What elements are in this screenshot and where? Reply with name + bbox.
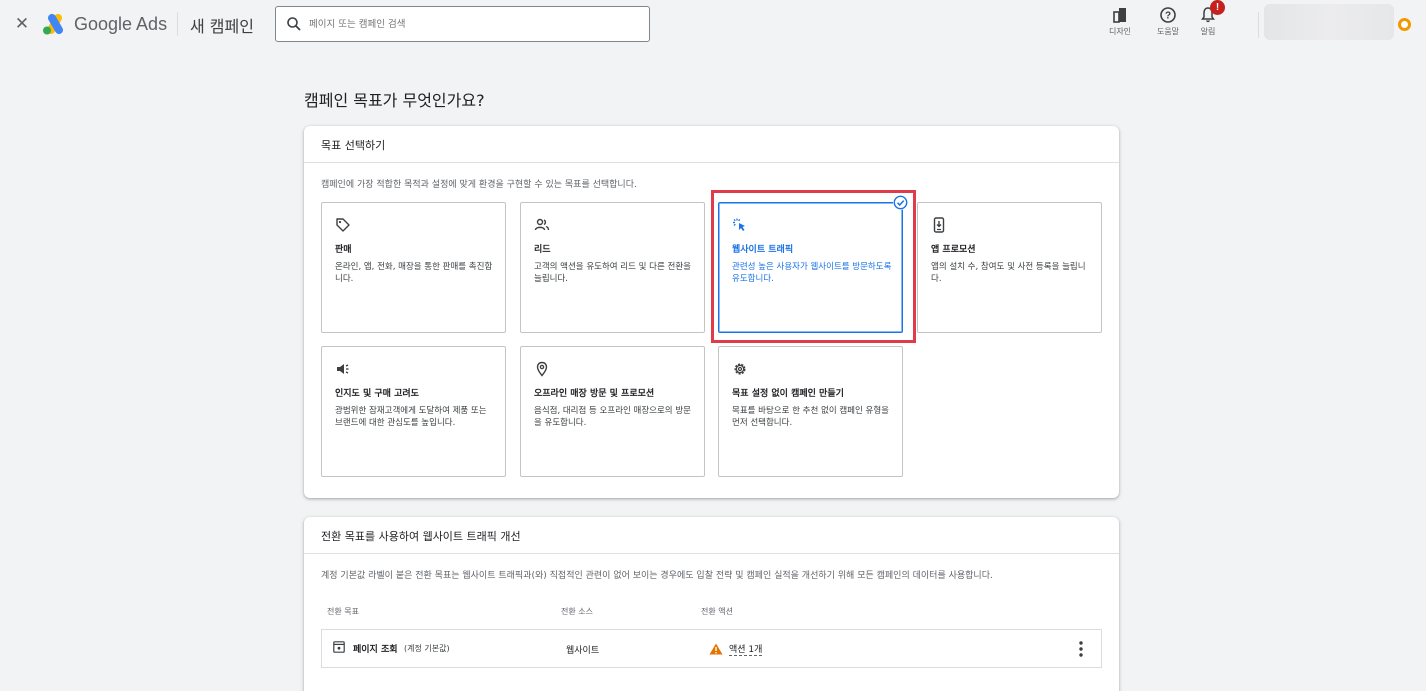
goal-description: 광범위한 잠재고객에게 도달하여 제품 또는 브랜드에 대한 관심도를 높입니다…: [335, 406, 487, 428]
divider: [304, 553, 1119, 554]
google-ads-logo: [43, 13, 63, 35]
goal-description: 고객의 액션을 유도하여 리드 및 다른 전환을 늘립니다.: [534, 262, 691, 284]
goal-description: 앱의 설치 수, 참여도 및 사전 등록을 늘립니다.: [931, 262, 1086, 284]
web-page-icon: [333, 641, 345, 653]
search-input[interactable]: [309, 14, 639, 34]
conversion-source: 웹사이트: [566, 646, 600, 656]
account-avatar[interactable]: [1398, 18, 1411, 31]
close-icon[interactable]: ✕: [12, 14, 32, 34]
warning-icon: [709, 643, 723, 655]
people-icon: [534, 218, 550, 231]
goal-option-no-goal[interactable]: 목표 설정 없이 캠페인 만들기 목표를 바탕으로 한 추천 없이 캠페인 유형…: [718, 346, 903, 477]
card-title: 전환 목표를 사용하여 웹사이트 트래픽 개선: [321, 530, 521, 543]
goal-title: 오프라인 매장 방문 및 프로모션: [534, 389, 655, 399]
cursor-click-icon: [733, 218, 745, 231]
conversion-goal-default-label: (계정 기본값): [404, 644, 450, 653]
divider: [1258, 12, 1259, 38]
card-description: 캠페인에 가장 적합한 목적과 설정에 맞게 환경을 구현할 수 있는 목표를 …: [321, 180, 637, 190]
card-description: 계정 기본값 라벨이 붙은 전환 목표는 웹사이트 트래픽과(와) 직접적인 관…: [321, 571, 993, 581]
more-options-icon[interactable]: [1074, 638, 1088, 660]
goal-title: 인지도 및 구매 고려도: [335, 389, 419, 399]
card-title: 목표 선택하기: [321, 139, 386, 152]
goal-option-sales[interactable]: 판매 온라인, 앱, 전화, 매장을 통한 판매를 촉진합니다.: [321, 202, 506, 333]
column-header-action: 전환 액션: [701, 607, 733, 616]
goal-description: 온라인, 앱, 전화, 매장을 통한 판매를 촉진합니다.: [335, 262, 493, 284]
tag-icon: [336, 218, 350, 232]
divider: [304, 162, 1119, 163]
conversion-goal-name: 페이지 조회: [353, 645, 398, 655]
goal-option-leads[interactable]: 리드 고객의 액션을 유도하여 리드 및 다른 전환을 늘립니다.: [520, 202, 705, 333]
top-bar: ✕ Google Ads 새 캠페인 디자인 ? 도움말 ! 알림: [0, 0, 1426, 50]
table-row[interactable]: 페이지 조회 (계정 기본값) 웹사이트 액션 1개: [321, 629, 1102, 668]
goal-description: 음식점, 대리점 등 오프라인 매장으로의 방문을 유도합니다.: [534, 406, 691, 428]
check-circle-icon: [893, 195, 908, 210]
page-title: 새 캠페인: [190, 17, 254, 36]
location-pin-icon: [536, 361, 548, 377]
gear-icon: [734, 363, 746, 375]
goal-option-app-promotion[interactable]: 앱 프로모션 앱의 설치 수, 참여도 및 사전 등록을 늘립니다.: [917, 202, 1102, 333]
search-icon: [287, 17, 301, 31]
goal-title: 앱 프로모션: [931, 245, 976, 255]
brand-name: Google Ads: [74, 14, 168, 34]
help-label: 도움말: [1156, 27, 1180, 36]
notification-badge: !: [1210, 0, 1225, 15]
goal-title: 목표 설정 없이 캠페인 만들기: [732, 389, 844, 399]
page-heading: 캠페인 목표가 무엇인가요?: [304, 91, 485, 110]
search-box[interactable]: [275, 6, 650, 42]
design-button[interactable]: 디자인: [1100, 6, 1140, 42]
goal-description: 관련성 높은 사용자가 웹사이트를 방문하도록 유도합니다.: [732, 262, 892, 284]
goal-title: 리드: [534, 245, 551, 255]
divider: [177, 12, 178, 36]
goal-option-awareness[interactable]: 인지도 및 구매 고려도 광범위한 잠재고객에게 도달하여 제품 또는 브랜드에…: [321, 346, 506, 477]
design-icon: [1113, 8, 1126, 23]
design-label: 디자인: [1108, 27, 1132, 36]
help-icon: ?: [1160, 7, 1176, 23]
svg-text:?: ?: [1165, 11, 1171, 22]
notifications-button[interactable]: ! 알림: [1188, 0, 1228, 42]
goal-title: 웹사이트 트래픽: [732, 245, 794, 255]
goal-option-website-traffic[interactable]: 웹사이트 트래픽 관련성 높은 사용자가 웹사이트를 방문하도록 유도합니다.: [718, 202, 903, 333]
column-header-goal: 전환 목표: [327, 607, 359, 616]
goal-option-store-visits[interactable]: 오프라인 매장 방문 및 프로모션 음식점, 대리점 등 오프라인 매장으로의 …: [520, 346, 705, 477]
notifications-label: 알림: [1200, 27, 1216, 36]
megaphone-icon: [337, 364, 349, 374]
conversion-action-link[interactable]: 액션 1개: [729, 642, 763, 656]
goal-selection-card: 목표 선택하기 캠페인에 가장 적합한 목적과 설정에 맞게 환경을 구현할 수…: [304, 126, 1119, 498]
conversion-goals-card: 전환 목표를 사용하여 웹사이트 트래픽 개선 계정 기본값 라벨이 붙은 전환…: [304, 517, 1119, 691]
help-button[interactable]: ? 도움말: [1148, 6, 1188, 42]
goal-description: 목표를 바탕으로 한 추천 없이 캠페인 유형을 먼저 선택합니다.: [732, 406, 889, 428]
column-header-source: 전환 소스: [561, 607, 593, 616]
account-switcher[interactable]: [1264, 4, 1394, 40]
phone-icon: [933, 217, 945, 233]
goal-title: 판매: [335, 245, 352, 255]
